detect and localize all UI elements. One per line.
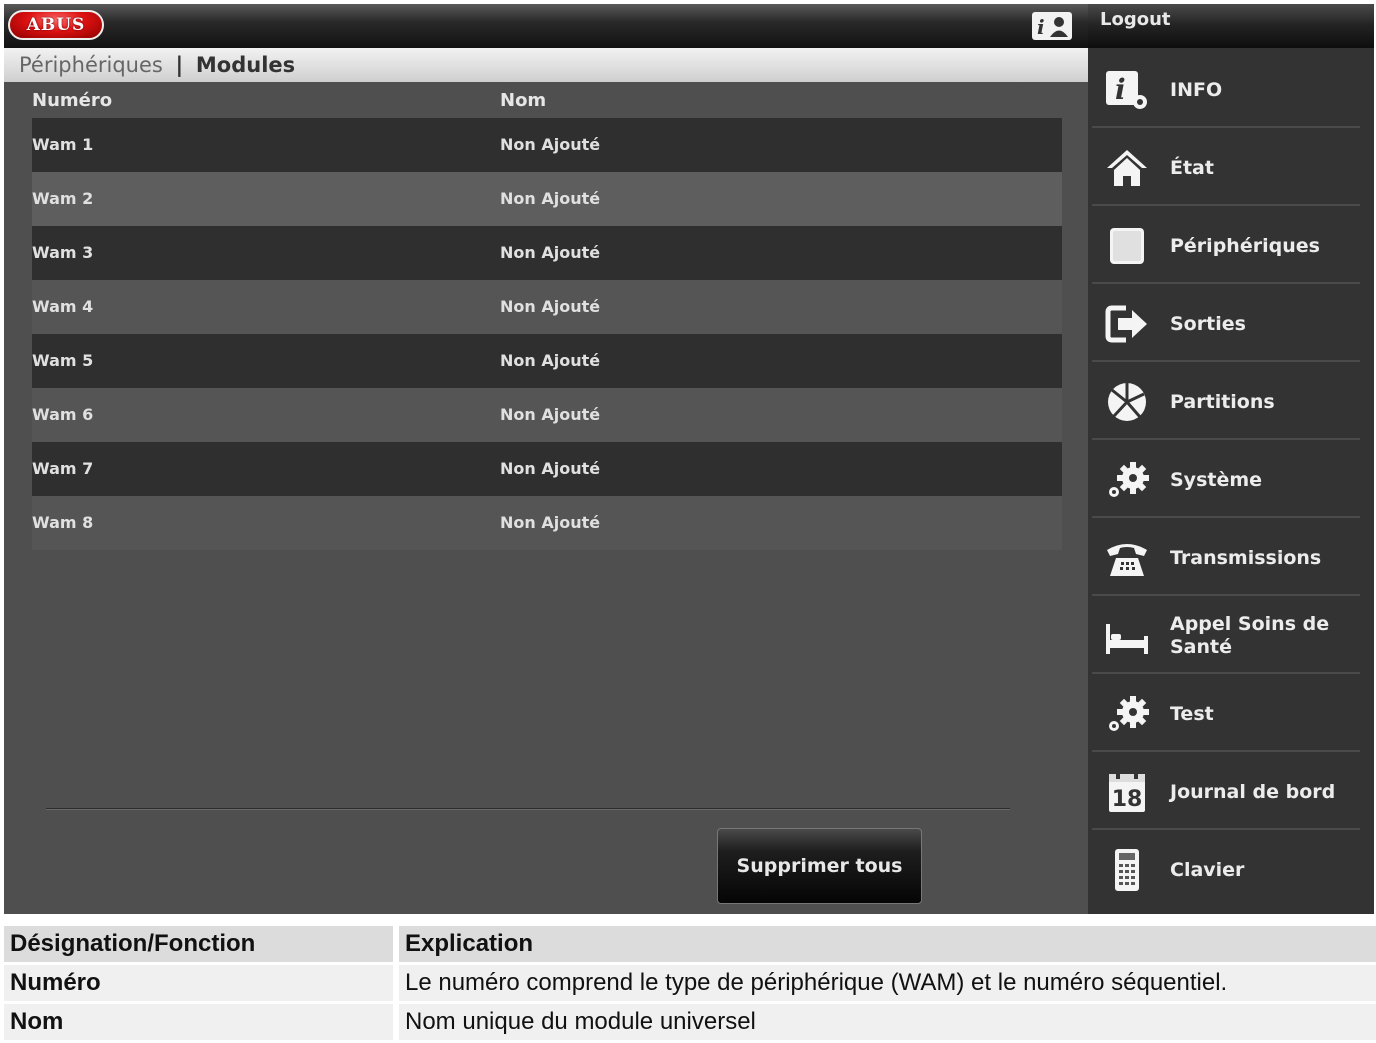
sidebar-item-label: Appel Soins de Santé (1170, 613, 1330, 658)
row-nom: Non Ajouté (500, 297, 601, 316)
header-designation: Désignation/Fonction (4, 926, 393, 962)
row-numero: Wam 2 (32, 189, 94, 208)
explanation-text: Nom unique du module universel (393, 1004, 1376, 1040)
gears-icon (1104, 458, 1150, 502)
table-header: Numéro Nom (32, 90, 1062, 120)
delete-all-button[interactable]: Supprimer tous (717, 828, 922, 904)
partitions-icon (1104, 380, 1150, 424)
breadcrumb: Périphériques | Modules (4, 48, 1088, 82)
sidebar-item-label: État (1170, 156, 1214, 179)
keypad-icon (1104, 848, 1150, 892)
row-numero: Wam 6 (32, 405, 94, 424)
row-nom: Non Ajouté (500, 189, 601, 208)
sidebar-item-partitions[interactable]: Partitions (1092, 364, 1360, 440)
row-numero: Wam 7 (32, 459, 94, 478)
svg-text:i: i (1037, 15, 1045, 38)
row-numero: Wam 4 (32, 297, 94, 316)
row-nom: Non Ajouté (500, 135, 601, 154)
explanation-term: Numéro (4, 965, 393, 1001)
explanation-text: Le numéro comprend le type de périphériq… (393, 965, 1376, 1001)
explanation-table: Désignation/Fonction Explication Numéro … (4, 923, 1376, 1043)
sidebar-item-etat[interactable]: État (1092, 130, 1360, 206)
svg-text:i: i (1115, 73, 1126, 106)
row-numero: Wam 5 (32, 351, 94, 370)
sidebar-item-info[interactable]: i INFO (1092, 52, 1360, 128)
sidebar-item-label: Clavier (1170, 858, 1245, 881)
explanation-header-row: Désignation/Fonction Explication (4, 926, 1376, 962)
divider (46, 808, 1010, 810)
sidebar-item-label: Partitions (1170, 390, 1275, 413)
sidebar-item-sorties[interactable]: Sorties (1092, 286, 1360, 362)
sidebar-item-transmissions[interactable]: Transmissions (1092, 520, 1360, 596)
table-row[interactable]: Wam 1 Non Ajouté (32, 118, 1062, 172)
modules-table: Wam 1 Non Ajouté Wam 2 Non Ajouté Wam 3 … (32, 118, 1062, 550)
sidebar-item-label: Périphériques (1170, 234, 1320, 257)
table-row[interactable]: Wam 4 Non Ajouté (32, 280, 1062, 334)
calendar-day: 18 (1112, 787, 1143, 812)
row-nom: Non Ajouté (500, 459, 601, 478)
column-header-numero: Numéro (32, 90, 113, 111)
explanation-row: Nom Nom unique du module universel (4, 1004, 1376, 1040)
top-bar: ABUS i (4, 4, 1088, 48)
sidebar-item-journal[interactable]: 18 Journal de bord (1092, 754, 1360, 830)
sidebar-item-test[interactable]: Test (1092, 676, 1360, 752)
logout-link[interactable]: Logout (1100, 9, 1171, 30)
breadcrumb-separator: | (175, 53, 184, 77)
sidebar-item-label: Système (1170, 468, 1263, 491)
table-row[interactable]: Wam 7 Non Ajouté (32, 442, 1062, 496)
table-row[interactable]: Wam 8 Non Ajouté (32, 496, 1062, 550)
row-nom: Non Ajouté (500, 243, 601, 262)
sidebar-item-label: Transmissions (1170, 546, 1322, 569)
row-nom: Non Ajouté (500, 351, 601, 370)
bed-icon (1104, 614, 1150, 658)
sidebar-item-clavier[interactable]: Clavier (1092, 832, 1360, 908)
table-row[interactable]: Wam 6 Non Ajouté (32, 388, 1062, 442)
logout-bar: Logout (1088, 4, 1374, 48)
modules-panel: Numéro Nom Wam 1 Non Ajouté Wam 2 Non Aj… (4, 82, 1088, 914)
sidebar-item-systeme[interactable]: Système (1092, 442, 1360, 518)
table-row[interactable]: Wam 5 Non Ajouté (32, 334, 1062, 388)
explanation-term: Nom (4, 1004, 393, 1040)
table-row[interactable]: Wam 3 Non Ajouté (32, 226, 1062, 280)
sidebar-item-appel-soins[interactable]: Appel Soins de Santé (1092, 598, 1360, 674)
exit-icon (1104, 302, 1150, 346)
info-user-icon[interactable]: i (1032, 12, 1072, 40)
sidebar-item-peripheriques[interactable]: Périphériques (1092, 208, 1360, 284)
row-numero: Wam 8 (32, 513, 94, 532)
sidebar-item-label: Sorties (1170, 312, 1246, 335)
explanation-row: Numéro Le numéro comprend le type de pér… (4, 965, 1376, 1001)
abus-logo: ABUS (8, 10, 104, 40)
row-numero: Wam 3 (32, 243, 94, 262)
breadcrumb-parent[interactable]: Périphériques (19, 53, 163, 77)
column-header-nom: Nom (500, 90, 547, 111)
row-numero: Wam 1 (32, 135, 94, 154)
info-settings-icon: i (1104, 68, 1150, 112)
home-icon (1104, 146, 1150, 190)
device-icon (1104, 224, 1150, 268)
sidebar-item-label: Journal de bord (1170, 780, 1336, 803)
header-explication: Explication (393, 926, 1376, 962)
app-window: ABUS i Logout Périphériques | Modules Nu… (4, 4, 1374, 914)
calendar-icon: 18 (1104, 770, 1150, 814)
breadcrumb-current: Modules (195, 53, 296, 77)
sidebar-item-label: Test (1170, 702, 1214, 725)
sidebar-item-label: INFO (1170, 78, 1223, 101)
telephone-icon (1104, 536, 1150, 580)
sidebar-menu: i INFO État Périphériques Sorties Partit… (1088, 48, 1374, 914)
row-nom: Non Ajouté (500, 405, 601, 424)
gears-icon (1104, 692, 1150, 736)
table-row[interactable]: Wam 2 Non Ajouté (32, 172, 1062, 226)
row-nom: Non Ajouté (500, 513, 601, 532)
